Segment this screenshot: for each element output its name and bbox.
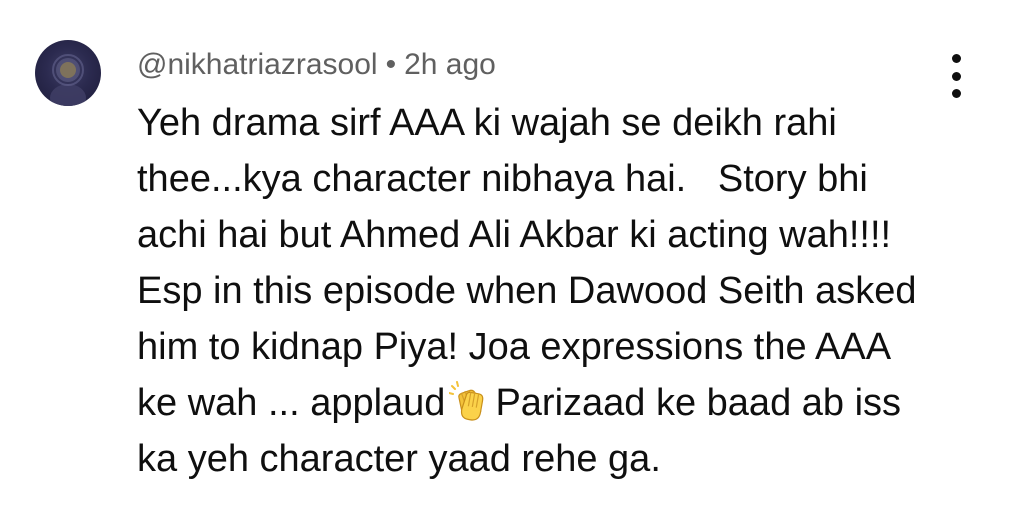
avatar-image [50, 54, 86, 106]
comment-line-2: thee...kya character nibhaya hai. Story … [137, 158, 868, 200]
comment-line-5: him to kidnap Piya! Joa expressions the … [137, 326, 892, 368]
author-handle[interactable]: @nikhatriazrasool [137, 48, 378, 81]
more-vertical-icon-dot-2 [951, 71, 961, 81]
comment-meta: @nikhatriazrasool • 2h ago [137, 46, 496, 84]
comment-line-6-end: Parizaad ke baad ab iss [495, 382, 902, 424]
comment-line-7: ka yeh character yaad rehe ga. [137, 438, 661, 480]
meta-separator: • [385, 48, 397, 81]
comment-line-6-start: ke wah ... applaud [137, 382, 446, 424]
comment-text: Yeh drama sirf AAA ki wajah se deikh rah… [137, 95, 957, 487]
comment-line-1: Yeh drama sirf AAA ki wajah se deikh rah… [137, 102, 837, 144]
clapping-hands-icon [449, 381, 491, 423]
more-vertical-icon [951, 54, 961, 63]
more-options-button[interactable] [940, 54, 972, 98]
comment-line-4: Esp in this episode when Dawood Seith as… [137, 270, 917, 312]
comment-line-3: achi hai but Ahmed Ali Akbar ki acting w… [137, 214, 892, 256]
avatar[interactable] [35, 40, 101, 106]
comment-line-6: ke wah ... applaud Parizaad ke baad ab i… [137, 375, 957, 431]
comment-card: @nikhatriazrasool • 2h ago Yeh drama sirf … [0, 0, 1024, 518]
timestamp[interactable]: 2h ago [404, 48, 496, 81]
